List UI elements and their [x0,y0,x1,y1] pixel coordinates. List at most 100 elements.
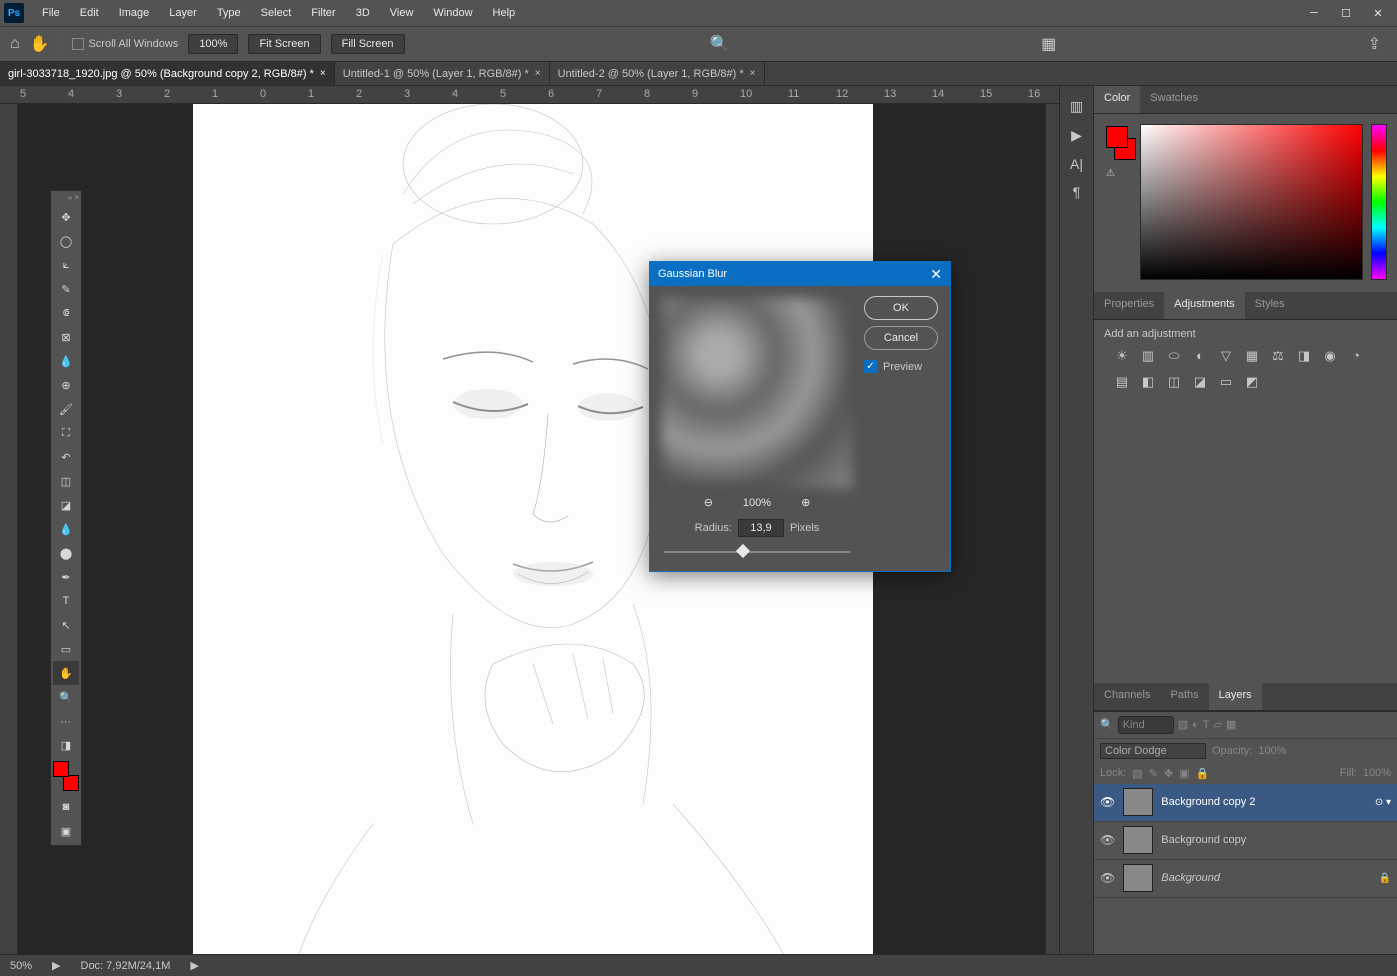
actions-icon[interactable]: ▶ [1071,127,1082,144]
marquee-tool[interactable]: ◯ [53,229,79,253]
character-icon[interactable]: A| [1070,156,1083,172]
status-zoom[interactable]: 50% [10,960,32,972]
fill-screen-button[interactable]: Fill Screen [331,34,405,54]
lookup-icon[interactable]: ▤ [1114,374,1130,390]
layer-row[interactable]: 👁Background copy [1094,822,1397,860]
paragraph-icon[interactable]: ¶ [1073,184,1081,200]
brush-tool[interactable]: 🖌 [53,397,79,421]
layer-thumbnail[interactable] [1123,826,1153,854]
zoom-in-icon[interactable]: ⊕ [801,496,810,509]
tab-close-icon[interactable]: × [750,68,756,79]
frame-tool[interactable]: ⊠ [53,325,79,349]
screenmode-tool[interactable]: ▣ [53,819,79,843]
tab-adjustments[interactable]: Adjustments [1164,292,1245,319]
home-icon[interactable]: ⌂ [10,35,20,53]
brightness-icon[interactable]: ☀ [1114,348,1130,364]
healing-tool[interactable]: ⊕ [53,373,79,397]
menu-window[interactable]: Window [423,3,482,23]
menu-help[interactable]: Help [483,3,526,23]
tab-styles[interactable]: Styles [1245,292,1295,319]
levels-icon[interactable]: ▥ [1140,348,1156,364]
menu-layer[interactable]: Layer [159,3,207,23]
mini-swatch[interactable]: ◨ [53,733,79,757]
document-tab[interactable]: Untitled-1 @ 50% (Layer 1, RGB/8#) *× [335,62,550,85]
tab-swatches[interactable]: Swatches [1140,86,1208,113]
gradient-tool[interactable]: ◪ [53,493,79,517]
history-brush-tool[interactable]: ↶ [53,445,79,469]
scrollbar-vertical[interactable] [1045,104,1059,954]
menu-filter[interactable]: Filter [301,3,345,23]
filter-pixel-icon[interactable]: ▧ [1178,718,1188,731]
lock-all-icon[interactable]: 🔒 [1196,767,1210,780]
layer-name[interactable]: Background [1161,872,1220,884]
hand-tool[interactable]: ✋ [53,661,79,685]
pen-tool[interactable]: ✒ [53,565,79,589]
dialog-preview-image[interactable] [660,296,854,490]
vibrance-icon[interactable]: ▽ [1218,348,1234,364]
document-tab[interactable]: Untitled-2 @ 50% (Layer 1, RGB/8#) *× [550,62,765,85]
filter-shape-icon[interactable]: ▱ [1214,718,1222,731]
filter-adjustment-icon[interactable]: ◐ [1192,719,1199,731]
tab-paths[interactable]: Paths [1160,683,1208,710]
tab-close-icon[interactable]: × [535,68,541,79]
ok-button[interactable]: OK [864,296,938,320]
channel-mixer-icon[interactable]: ◔ [1348,348,1364,364]
maximize-button[interactable]: ☐ [1331,3,1361,23]
dialog-titlebar[interactable]: Gaussian Blur ✕ [650,262,950,286]
dialog-close-button[interactable]: ✕ [930,266,942,283]
close-button[interactable]: ✕ [1363,3,1393,23]
foreground-background-colors[interactable]: ⚠ [1104,124,1132,176]
dodge-tool[interactable]: ⬤ [53,541,79,565]
radius-input[interactable] [738,519,784,537]
layer-name[interactable]: Background copy [1161,834,1246,846]
balance-icon[interactable]: ⚖ [1270,348,1286,364]
visibility-icon[interactable]: 👁 [1100,871,1115,885]
exposure-icon[interactable]: ◐ [1192,348,1208,364]
bg-swatch[interactable] [63,775,79,791]
cancel-button[interactable]: Cancel [864,326,938,350]
crop-tool[interactable]: ⟃ [53,301,79,325]
scroll-all-checkbox[interactable]: Scroll All Windows [72,38,178,50]
menu-edit[interactable]: Edit [70,3,109,23]
fill-value[interactable]: 100% [1363,767,1391,779]
history-icon[interactable]: ▥ [1070,98,1083,115]
curves-icon[interactable]: ⬭ [1166,348,1182,364]
link-icon[interactable]: ⊙ ▾ [1375,797,1391,808]
hue-icon[interactable]: ▦ [1244,348,1260,364]
minimize-button[interactable]: ─ [1299,3,1329,23]
filter-smart-icon[interactable]: ▦ [1226,718,1236,731]
quick-select-tool[interactable]: ✎ [53,277,79,301]
foreground-color-swatch[interactable] [1106,126,1128,148]
zoom-level[interactable]: 100% [188,34,238,54]
lock-pixels-icon[interactable]: ✎ [1149,767,1158,780]
type-tool[interactable]: T [53,589,79,613]
radius-slider[interactable] [664,545,850,559]
layer-thumbnail[interactable] [1123,788,1153,816]
tab-color[interactable]: Color [1094,86,1140,113]
bw-icon[interactable]: ◨ [1296,348,1312,364]
fit-screen-button[interactable]: Fit Screen [248,34,320,54]
posterize-icon[interactable]: ◫ [1166,374,1182,390]
preview-checkbox[interactable]: ✓ Preview [864,360,938,373]
layer-name[interactable]: Background copy 2 [1161,796,1255,808]
share-icon[interactable]: ⇪ [1362,34,1387,54]
fg-swatch[interactable] [53,761,69,777]
hue-slider[interactable] [1371,124,1387,280]
color-picker-field[interactable] [1140,124,1363,280]
menu-image[interactable]: Image [109,3,160,23]
zoom-tool[interactable]: 🔍 [53,685,79,709]
menu-type[interactable]: Type [207,3,251,23]
lock-position-icon[interactable]: ✥ [1164,767,1173,780]
layer-row[interactable]: 👁Background🔒 [1094,860,1397,898]
visibility-icon[interactable]: 👁 [1100,795,1115,809]
quickmask-tool[interactable]: ◙ [53,795,79,819]
filter-type-icon[interactable]: T [1203,719,1210,731]
eyedropper-tool[interactable]: 💧 [53,349,79,373]
path-select-tool[interactable]: ↖ [53,613,79,637]
eraser-tool[interactable]: ◫ [53,469,79,493]
lock-transparency-icon[interactable]: ▧ [1132,767,1142,780]
edit-toolbar[interactable]: ⋯ [53,709,79,733]
tab-channels[interactable]: Channels [1094,683,1160,710]
search-icon[interactable]: 🔍 [704,34,736,54]
workspace-icon[interactable]: ▦ [1035,34,1062,54]
